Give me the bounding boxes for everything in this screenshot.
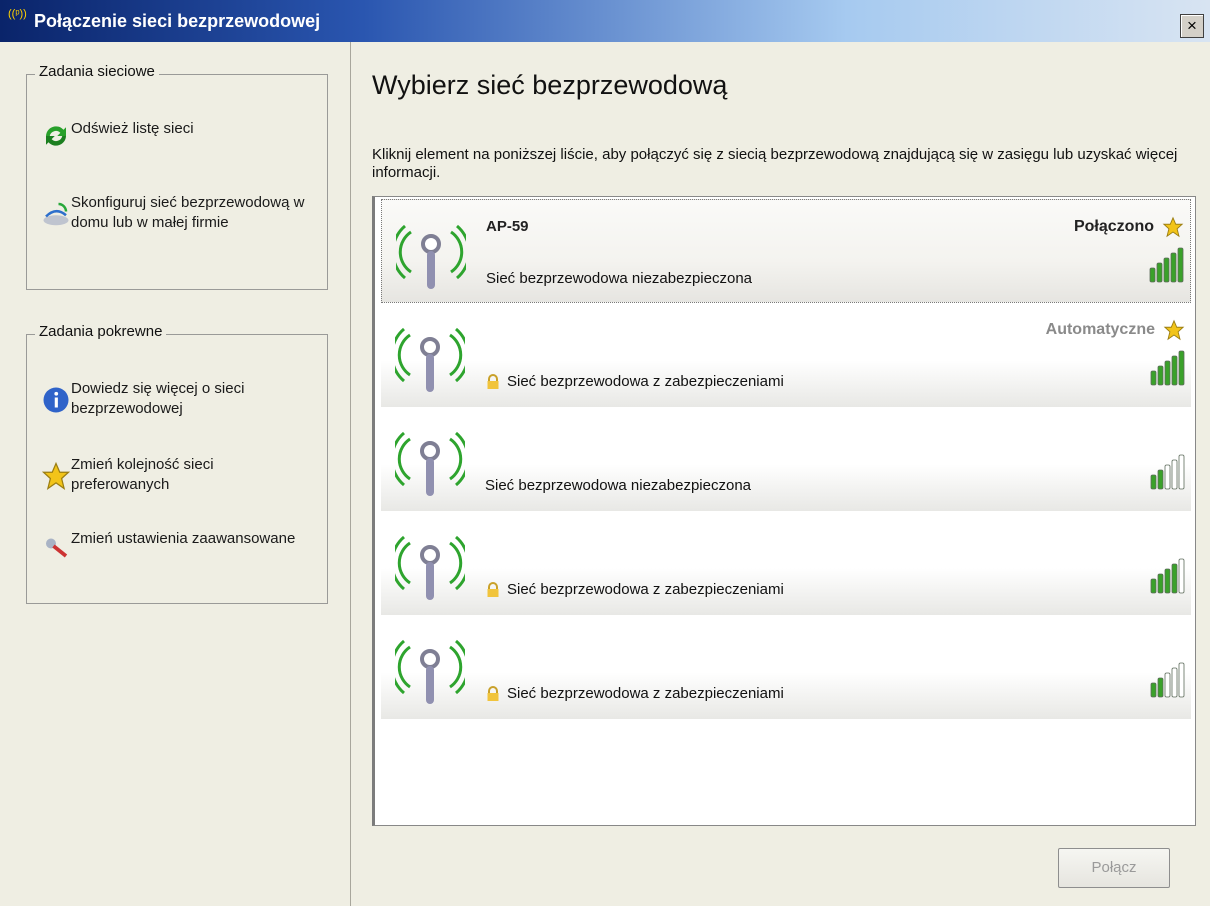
network-name (485, 313, 525, 345)
signal-bar (1178, 558, 1185, 594)
antenna-icon (395, 327, 465, 392)
signal-bar (1171, 563, 1178, 594)
wireless-connection-window: ((ᵖ)) Połączenie sieci bezprzewodowej × … (0, 0, 1210, 906)
antenna-icon (395, 431, 465, 496)
signal-strength-icon (1150, 558, 1185, 594)
antenna-icon (396, 224, 466, 289)
refresh-icon (46, 126, 66, 146)
network-security: Sieć bezprzewodowa niezabezpieczona (486, 270, 752, 287)
page-title: Wybierz sieć bezprzewodową (372, 70, 728, 100)
signal-bar (1149, 267, 1156, 283)
lock-icon (487, 581, 499, 597)
refresh-network-list-task[interactable]: Odśwież listę sieci (41, 119, 311, 151)
network-security: Sieć bezprzewodowa z zabezpieczeniami (485, 581, 784, 598)
change-order-label: Zmień kolejność sieci preferowanych (71, 456, 214, 493)
signal-bar (1171, 459, 1178, 490)
network-status: Połączono (1073, 218, 1154, 235)
antenna-icon (395, 639, 465, 704)
window-title: Połączenie sieci bezprzewodowej (34, 11, 321, 31)
signal-bar (1178, 454, 1185, 490)
network-tasks-title: Zadania sieciowe (35, 63, 159, 80)
network-name (485, 625, 521, 657)
close-button[interactable]: × (1180, 14, 1204, 38)
security-label: Sieć bezprzewodowa niezabezpieczona (485, 477, 752, 494)
signal-bar (1157, 573, 1164, 594)
signal-bar (1150, 682, 1157, 698)
signal-strength-icon (1150, 350, 1185, 386)
main-panel: Wybierz sieć bezprzewodową Kliknij eleme… (352, 42, 1210, 906)
network-name (485, 521, 645, 553)
security-label: Sieć bezprzewodowa z zabezpieczeniami (507, 373, 784, 390)
info-icon (43, 387, 69, 413)
task-sidebar: Zadania sieciowe Odśwież listę sieci Sko… (0, 42, 351, 906)
settings-icon (46, 538, 68, 558)
network-row[interactable]: Sieć bezprzewodowa z zabezpieczeniami (381, 511, 1191, 615)
signal-bar (1177, 247, 1184, 283)
network-security: Sieć bezprzewodowa niezabezpieczona (485, 477, 751, 494)
preferred-star-icon (1163, 319, 1185, 341)
signal-strength-icon (1150, 454, 1185, 490)
network-status: Automatyczne (1045, 321, 1155, 338)
learn-wireless-label: Dowiedz się więcej o sieci bezprzewodowe… (71, 380, 245, 417)
change-order-task[interactable]: Zmień kolejność sieci preferowanych (41, 455, 311, 495)
network-row[interactable]: Automatyczne Sieć bezprzewodowa z zabezp… (381, 303, 1191, 407)
advanced-settings-task[interactable]: Zmień ustawienia zaawansowane (41, 529, 311, 561)
lock-icon (487, 685, 499, 701)
signal-bar (1157, 677, 1164, 698)
signal-bar (1164, 464, 1171, 490)
signal-bar (1178, 350, 1185, 386)
signal-bar (1157, 365, 1164, 386)
signal-bar (1178, 662, 1185, 698)
advanced-settings-label: Zmień ustawienia zaawansowane (71, 530, 296, 547)
security-label: Sieć bezprzewodowa niezabezpieczona (486, 270, 753, 287)
signal-bar (1164, 672, 1171, 698)
network-security: Sieć bezprzewodowa z zabezpieczeniami (485, 373, 784, 390)
signal-bar (1157, 469, 1164, 490)
wireless-icon: ((ᵖ)) (8, 8, 27, 20)
connect-button[interactable]: Połącz (1058, 848, 1170, 888)
signal-bar (1171, 355, 1178, 386)
network-row[interactable]: AP-59 Połączono Sieć bezprzewodowa nieza… (381, 199, 1191, 303)
signal-bar (1156, 262, 1163, 283)
signal-bar (1150, 370, 1157, 386)
star-icon (41, 461, 71, 490)
signal-strength-icon (1149, 247, 1184, 283)
signal-bar (1150, 578, 1157, 594)
signal-bar (1171, 667, 1178, 698)
network-row[interactable]: Sieć bezprzewodowa z zabezpieczeniami (381, 615, 1191, 719)
related-tasks-title: Zadania pokrewne (35, 323, 167, 340)
setup-wireless-label: Skonfiguruj sieć bezprzewodową w domu lu… (71, 194, 305, 231)
network-name (485, 417, 549, 449)
instruction-text: Kliknij element na poniższej liście, aby… (372, 146, 1178, 181)
preferred-star-icon (1162, 216, 1184, 238)
signal-bar (1170, 252, 1177, 283)
lock-icon (487, 373, 499, 389)
antenna-icon (395, 535, 465, 600)
network-tasks-group: Zadania sieciowe Odśwież listę sieci Sko… (26, 63, 328, 290)
signal-bar (1150, 474, 1157, 490)
related-tasks-group: Zadania pokrewne Dowiedz się więcej o si… (26, 323, 328, 604)
network-row[interactable]: Sieć bezprzewodowa niezabezpieczona (381, 407, 1191, 511)
signal-bar (1164, 568, 1171, 594)
learn-wireless-task[interactable]: Dowiedz się więcej o sieci bezprzewodowe… (41, 379, 311, 419)
network-name: AP-59 (486, 218, 529, 235)
network-list[interactable]: AP-59 Połączono Sieć bezprzewodowa nieza… (372, 196, 1196, 826)
title-bar: ((ᵖ)) Połączenie sieci bezprzewodowej × (0, 0, 1210, 42)
security-label: Sieć bezprzewodowa z zabezpieczeniami (507, 581, 784, 598)
setup-wireless-task[interactable]: Skonfiguruj sieć bezprzewodową w domu lu… (41, 193, 311, 233)
signal-strength-icon (1150, 662, 1185, 698)
refresh-network-list-label: Odśwież listę sieci (71, 120, 194, 137)
network-security: Sieć bezprzewodowa z zabezpieczeniami (485, 685, 784, 702)
signal-bar (1163, 257, 1170, 283)
setup-icon (43, 202, 69, 226)
security-label: Sieć bezprzewodowa z zabezpieczeniami (507, 685, 784, 702)
signal-bar (1164, 360, 1171, 386)
